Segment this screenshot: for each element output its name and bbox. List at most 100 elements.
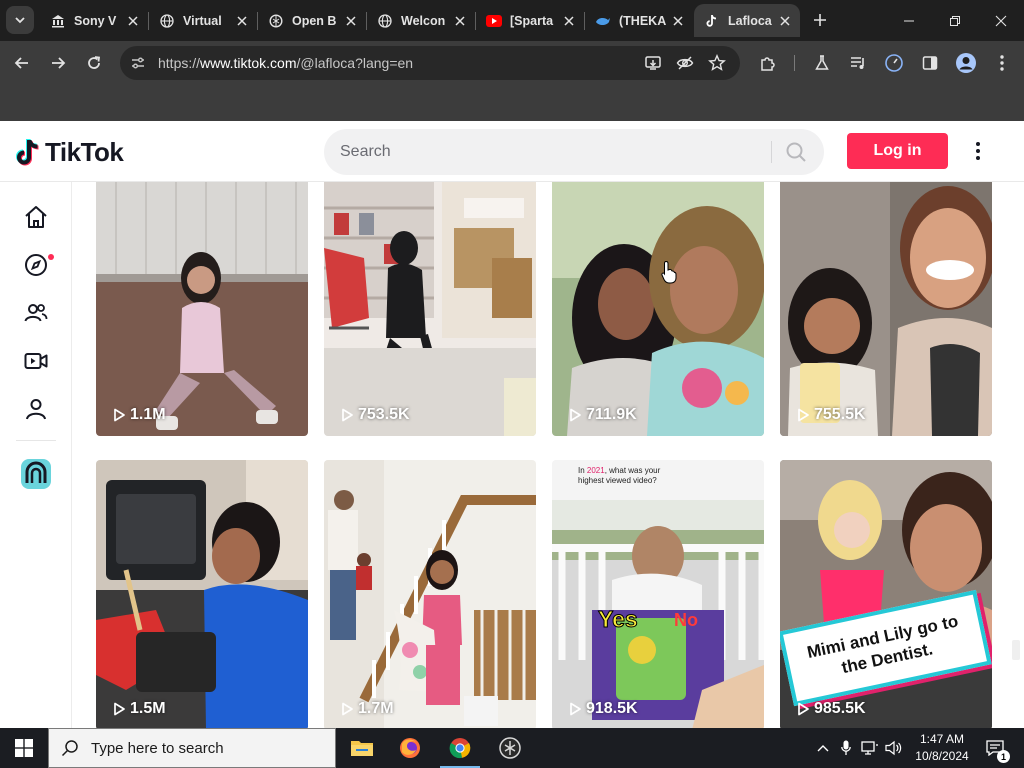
minimize-button[interactable] — [886, 0, 932, 41]
close-icon[interactable] — [342, 12, 360, 30]
tray-volume[interactable] — [884, 728, 904, 768]
close-icon[interactable] — [233, 12, 251, 30]
more-options-button[interactable] — [966, 137, 990, 165]
side-panel-button[interactable] — [916, 49, 944, 77]
side-panel-icon — [922, 56, 938, 70]
scrollbar-thumb[interactable] — [1012, 640, 1020, 660]
overlay-no-text: No — [674, 610, 698, 630]
tiktok-wordmark: TikTok — [45, 136, 124, 167]
taskbar-app-chatgpt[interactable] — [486, 728, 534, 768]
back-button[interactable] — [8, 49, 36, 77]
sidebar-item-following[interactable] — [18, 295, 54, 331]
sidebar-item-live[interactable] — [18, 343, 54, 379]
browser-tab-strip: Sony V Virtual Open B Welcon [Sparta (TH… — [0, 0, 1024, 41]
video-card[interactable]: 1.5M — [96, 460, 308, 728]
notification-center-button[interactable]: 1 — [980, 728, 1010, 768]
browser-tab[interactable]: Open B — [258, 4, 366, 37]
view-count-text: 1.5M — [130, 700, 166, 717]
chrome-menu-button[interactable] — [988, 49, 1016, 77]
close-icon — [995, 15, 1007, 26]
restore-button[interactable] — [932, 0, 978, 41]
bookmark-star-icon[interactable] — [708, 54, 726, 77]
tiktok-logo[interactable]: TikTok — [16, 136, 124, 168]
tiktok-logo-icon — [16, 138, 39, 166]
taskbar-app-chrome[interactable] — [436, 728, 484, 768]
reload-button[interactable] — [80, 49, 108, 77]
profile-button[interactable] — [952, 49, 980, 77]
forward-button[interactable] — [44, 49, 72, 77]
taskbar-app-firefox[interactable] — [386, 728, 434, 768]
new-tab-button[interactable] — [808, 8, 832, 32]
close-icon[interactable] — [776, 12, 794, 30]
close-icon[interactable] — [560, 12, 578, 30]
sidebar-item-studio[interactable] — [18, 456, 54, 492]
bookmarks-area — [0, 85, 1024, 121]
media-controls-button[interactable] — [844, 49, 872, 77]
view-count: 918.5K — [568, 700, 638, 718]
video-card[interactable]: Mimi and Lily go to the Dentist. 985.5K — [780, 460, 992, 728]
play-icon — [114, 408, 125, 422]
tray-microphone[interactable] — [838, 728, 854, 768]
video-card[interactable]: 1.1M — [96, 182, 308, 436]
view-count: 711.9K — [568, 406, 637, 424]
extensions-button[interactable] — [754, 49, 782, 77]
start-button[interactable] — [0, 728, 48, 768]
tray-overflow-button[interactable] — [814, 728, 832, 768]
overlay-text-post: , what was your — [604, 466, 661, 475]
view-count: 1.7M — [340, 700, 394, 718]
video-thumbnail — [780, 182, 992, 436]
firefox-icon — [400, 738, 420, 758]
sidebar-item-profile[interactable] — [18, 391, 54, 427]
tab-search-button[interactable] — [6, 6, 34, 34]
home-icon — [25, 206, 47, 228]
close-icon[interactable] — [124, 12, 142, 30]
view-count-text: 985.5K — [814, 700, 866, 717]
video-card[interactable]: 755.5K — [780, 182, 992, 436]
video-card[interactable]: 753.5K — [324, 182, 536, 436]
browser-tab[interactable]: Welcon — [367, 4, 475, 37]
video-card[interactable]: 1.7M — [324, 460, 536, 728]
taskbar-app-file-explorer[interactable] — [338, 728, 386, 768]
notification-count-badge: 1 — [997, 750, 1010, 763]
video-card[interactable]: 711.9K — [552, 182, 764, 436]
chatgpt-icon — [268, 13, 284, 29]
tray-network[interactable] — [860, 728, 880, 768]
login-button[interactable]: Log in — [847, 133, 948, 169]
close-icon[interactable] — [669, 12, 687, 30]
install-app-icon[interactable] — [644, 54, 662, 77]
browser-tab[interactable]: Sony V — [40, 4, 148, 37]
performance-button[interactable] — [880, 49, 908, 77]
close-icon[interactable] — [451, 12, 469, 30]
reload-icon — [88, 56, 101, 69]
kebab-menu-icon — [1000, 55, 1004, 71]
browser-tab[interactable]: Virtual — [149, 4, 257, 37]
play-icon — [342, 702, 353, 716]
site-info-icon[interactable] — [130, 55, 146, 76]
video-card[interactable]: In 2021, what was your highest viewed vi… — [552, 460, 764, 728]
browser-tab[interactable]: (THEKA — [585, 4, 693, 37]
taskbar-search-box[interactable]: Type here to search — [48, 728, 336, 768]
address-bar[interactable]: https://www.tiktok.com/@lafloca?lang=en — [120, 46, 740, 80]
video-grid: 1.1M 753.5K 711.9K 755.5K 1.5M 1.7M In 2… — [72, 182, 1024, 728]
notification-dot — [48, 254, 54, 260]
sidebar-item-home[interactable] — [18, 199, 54, 235]
close-window-button[interactable] — [978, 0, 1024, 41]
browser-tab[interactable]: [Sparta — [476, 4, 584, 37]
labs-button[interactable] — [808, 49, 836, 77]
search-button[interactable] — [780, 137, 812, 167]
browser-tab-active[interactable]: Lafloca — [694, 4, 800, 37]
search-icon — [61, 740, 78, 757]
view-count-text: 918.5K — [586, 700, 638, 717]
studio-icon — [21, 459, 51, 489]
taskbar-clock[interactable]: 1:47 AM 10/8/2024 — [910, 731, 974, 765]
sidebar-item-explore[interactable] — [18, 247, 54, 283]
globe-icon — [377, 13, 393, 29]
url-domain: www.tiktok.com — [200, 55, 297, 71]
search-input[interactable] — [340, 129, 760, 175]
chrome-icon — [449, 738, 471, 759]
view-count: 753.5K — [340, 406, 410, 424]
windows-taskbar: Type here to search 1:47 AM 10/8/2024 1 — [0, 728, 1024, 768]
clock-date: 10/8/2024 — [915, 749, 969, 763]
eye-off-icon[interactable] — [676, 54, 694, 77]
explore-icon — [25, 254, 47, 276]
